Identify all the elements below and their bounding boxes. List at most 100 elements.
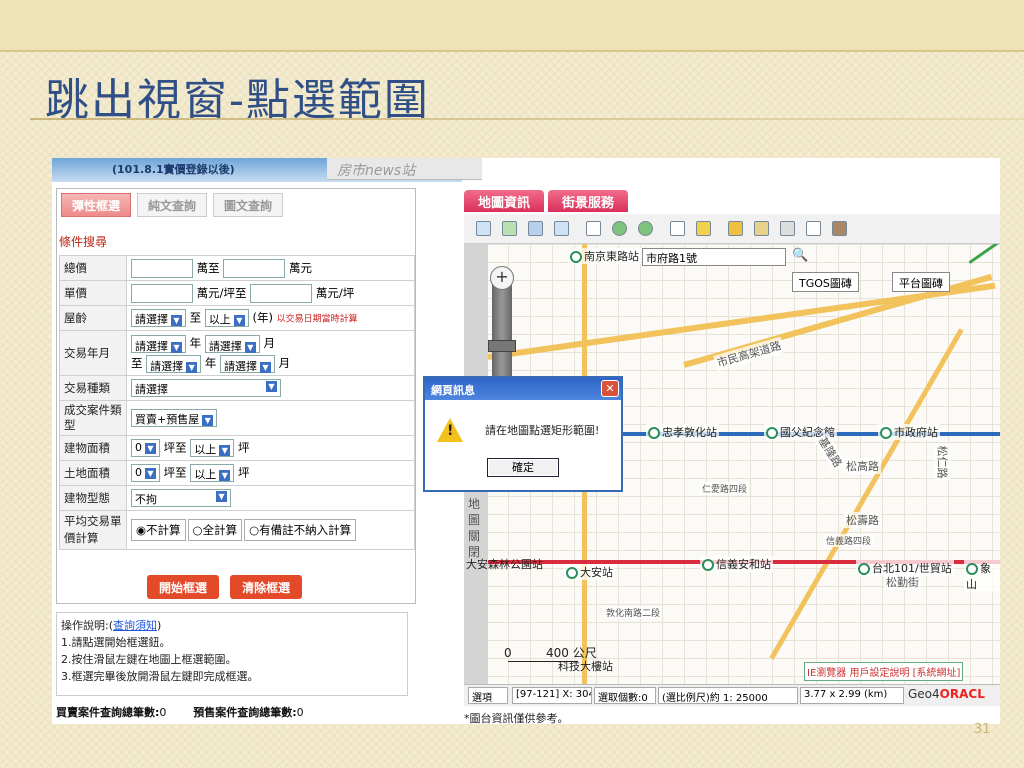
house-age-max-select[interactable]: 以上 ▼ bbox=[204, 309, 249, 327]
close-icon[interactable]: ✕ bbox=[601, 380, 619, 397]
geo4-logo: Geo4ORACL bbox=[908, 687, 985, 701]
chevron-down-icon: ▼ bbox=[186, 361, 198, 373]
start-select-button[interactable]: 開始框選 bbox=[147, 575, 220, 599]
dialog-title: 網頁訊息 bbox=[431, 384, 475, 397]
chevron-down-icon: ▼ bbox=[171, 341, 182, 353]
layers-icon[interactable] bbox=[476, 221, 491, 236]
ruler-icon[interactable] bbox=[754, 221, 769, 236]
clear-select-button[interactable]: 清除框選 bbox=[230, 575, 303, 599]
trade-year-to-select[interactable]: 請選擇 ▼ bbox=[146, 354, 202, 373]
chevron-down-icon: ▼ bbox=[145, 443, 156, 454]
platform-tile-button[interactable]: 平台圖磚 bbox=[892, 272, 950, 292]
station-label: 象山 bbox=[964, 560, 1000, 592]
tab-map-query[interactable]: 圖文查詢 bbox=[213, 193, 284, 217]
zoom-in-icon[interactable] bbox=[612, 221, 627, 236]
chevron-down-icon: ▼ bbox=[259, 361, 271, 373]
zoom-knob[interactable] bbox=[488, 340, 516, 352]
building-type-select[interactable]: 不拘 ▼ bbox=[131, 489, 231, 507]
trade-type-label: 交易種類 bbox=[59, 375, 127, 401]
chevron-down-icon: ▼ bbox=[171, 315, 182, 326]
trade-ym-label: 交易年月 bbox=[59, 330, 127, 376]
chevron-down-icon: ▼ bbox=[216, 491, 227, 502]
station-label: 大安站 bbox=[564, 564, 615, 580]
chevron-down-icon: ▼ bbox=[244, 341, 256, 353]
tab-flexible-select[interactable]: 彈性框選 bbox=[61, 193, 132, 217]
print-map-icon[interactable] bbox=[554, 221, 569, 236]
building-area-label: 建物面積 bbox=[59, 435, 127, 461]
zoom-plus-icon[interactable]: + bbox=[490, 266, 514, 290]
measure-icon[interactable] bbox=[728, 221, 743, 236]
print-icon[interactable] bbox=[780, 221, 795, 236]
road-label: 松壽路 bbox=[844, 512, 881, 528]
screenshot: (101.8.1實價登錄以後) 房市news站 彈性框選 純文查詢 圖文查詢 條… bbox=[52, 158, 1000, 724]
options-button[interactable]: 選項 bbox=[468, 687, 508, 704]
land-area-min-select[interactable]: 0 ▼ bbox=[131, 464, 160, 482]
case-type-label: 成交案件類型 bbox=[59, 400, 127, 436]
news-tab[interactable]: 房市news站 bbox=[327, 158, 482, 180]
help-links[interactable]: IE瀏覽器 用戶設定說明 [系統網址] bbox=[804, 662, 964, 681]
total-price-min-input[interactable] bbox=[131, 258, 193, 278]
map-status-bar: 選項 [97-121] X: 3046 選取個數:0 (選比例尺)約 1: 25… bbox=[464, 684, 1000, 706]
station-label: 市政府站 bbox=[878, 424, 940, 440]
zoom-out-icon[interactable] bbox=[638, 221, 653, 236]
tgos-tile-button[interactable]: TGOS圖磚 bbox=[792, 272, 859, 292]
trade-month-to-select[interactable]: 請選擇 ▼ bbox=[219, 354, 275, 373]
scale-select[interactable]: (選比例尺)約 1: 25000 bbox=[658, 687, 798, 704]
trade-year-from-select[interactable]: 請選擇 ▼ bbox=[131, 334, 186, 353]
globe-icon[interactable] bbox=[528, 221, 543, 236]
zoom-box-icon[interactable] bbox=[586, 221, 601, 236]
radio-exclude-notes[interactable]: ○有備註不納入計算 bbox=[244, 519, 357, 541]
trade-type-select[interactable]: 請選擇 ▼ bbox=[131, 379, 281, 397]
building-area-min-select[interactable]: 0 ▼ bbox=[131, 439, 160, 457]
tab-street-view[interactable]: 街景服務 bbox=[548, 190, 629, 212]
land-area-max-select[interactable]: 以上 ▼ bbox=[190, 464, 235, 482]
land-area-label: 土地面積 bbox=[59, 460, 127, 486]
select-count: 選取個數:0 bbox=[594, 687, 656, 704]
instruction-step: 2.按住滑鼠左鍵在地圖上框選範圍。 bbox=[61, 653, 237, 666]
map-toolbar bbox=[464, 214, 1000, 244]
search-icon[interactable]: 🔍 bbox=[792, 248, 808, 263]
coords-readout: [97-121] X: 3046 bbox=[512, 687, 592, 704]
road-label: 敦化南路二段 bbox=[604, 606, 663, 619]
road-label: 松高路 bbox=[844, 458, 881, 474]
query-notice-link[interactable]: 查詢須知 bbox=[113, 619, 157, 632]
total-price-max-input[interactable] bbox=[223, 258, 286, 278]
station-label: 大安森林公園站 bbox=[466, 558, 543, 571]
unit-price-max-input[interactable] bbox=[250, 283, 313, 303]
section-label: 條件搜尋 bbox=[59, 235, 108, 249]
unit-price-label: 單價 bbox=[59, 280, 127, 306]
ok-button[interactable]: 確定 bbox=[487, 458, 559, 477]
tab-map-info[interactable]: 地圖資訊 bbox=[464, 190, 545, 212]
road-label: 松仁路 bbox=[934, 443, 951, 481]
instruction-step: 3.框選完畢後放開滑鼠左鍵即完成框選。 bbox=[61, 670, 259, 683]
refresh-icon[interactable] bbox=[502, 221, 517, 236]
title-divider bbox=[30, 118, 1024, 120]
instruction-step: 1.請點選開始框選鈕。 bbox=[61, 636, 171, 649]
road-label: 信義路四段 bbox=[824, 534, 874, 547]
chevron-down-icon: ▼ bbox=[219, 445, 231, 456]
trash-icon[interactable] bbox=[832, 221, 847, 236]
radio-all-calc[interactable]: ○全計算 bbox=[187, 519, 243, 541]
trade-month-from-select[interactable]: 請選擇 ▼ bbox=[204, 334, 260, 353]
disclaimer: *圖台資訊僅供參考。 bbox=[464, 712, 569, 724]
tab-text-query[interactable]: 純文查詢 bbox=[137, 193, 208, 217]
station-label: 忠孝敦化站 bbox=[646, 424, 719, 440]
building-area-max-select[interactable]: 以上 ▼ bbox=[190, 439, 235, 457]
chevron-down-icon: ▼ bbox=[233, 315, 245, 326]
unit-price-min-input[interactable] bbox=[131, 283, 193, 303]
chevron-down-icon: ▼ bbox=[202, 415, 214, 426]
chevron-down-icon: ▼ bbox=[266, 381, 277, 392]
instructions: 操作說明:(查詢須知) 1.請點選開始框選鈕。 2.按住滑鼠左鍵在地圖上框選範圍… bbox=[56, 612, 408, 696]
radio-no-calc[interactable]: ◉不計算 bbox=[131, 519, 186, 541]
address-input[interactable]: 市府路1號 bbox=[642, 248, 786, 266]
total-price-label: 總價 bbox=[59, 255, 127, 281]
road-label: 仁愛路四段 bbox=[700, 482, 750, 495]
building-type-label: 建物型態 bbox=[59, 485, 127, 511]
case-type-select[interactable]: 買賣+預售屋 ▼ bbox=[131, 409, 218, 427]
house-age-min-select[interactable]: 請選擇 ▼ bbox=[131, 309, 186, 327]
camera-icon[interactable] bbox=[806, 221, 821, 236]
pan-icon[interactable] bbox=[696, 221, 711, 236]
top-band bbox=[0, 0, 1024, 52]
page-number: 31 bbox=[974, 722, 991, 737]
pointer-icon[interactable] bbox=[670, 221, 685, 236]
